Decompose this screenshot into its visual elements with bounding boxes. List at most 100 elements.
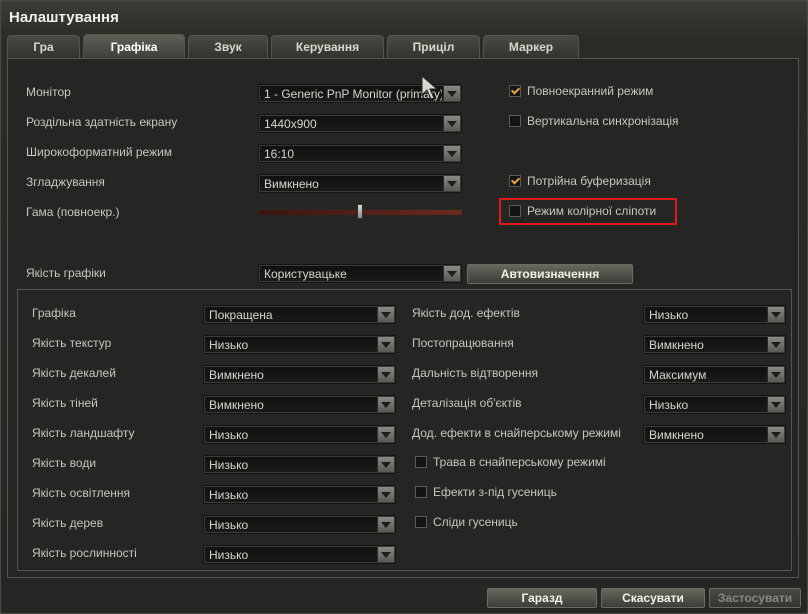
triple-buffering-check-icon xyxy=(509,175,521,187)
adv-left-select[interactable]: Низько xyxy=(203,515,396,534)
adv-right-label: Дальність відтворення xyxy=(412,366,538,380)
adv-check-icon xyxy=(415,456,427,468)
adv-left-select[interactable]: Вимкнено xyxy=(203,395,396,414)
quality-value: Користувацьке xyxy=(264,267,347,281)
adv-left-value: Вимкнено xyxy=(209,398,264,412)
widescreen-label: Широкоформатний режим xyxy=(26,145,173,159)
adv-left-select[interactable]: Низько xyxy=(203,545,396,564)
quality-select[interactable]: Користувацьке xyxy=(258,264,462,283)
adv-left-value: Низько xyxy=(209,548,249,562)
adv-left-label: Якість дерев xyxy=(32,516,104,530)
settings-window: Налаштування Гра Графіка Звук Керування … xyxy=(0,0,808,614)
widescreen-value: 16:10 xyxy=(264,147,295,161)
resolution-label: Роздільна здатність екрану xyxy=(26,115,178,129)
adv-left-value: Вимкнено xyxy=(209,368,264,382)
adv-left-value: Низько xyxy=(209,518,249,532)
adv-left-value: Низько xyxy=(209,338,249,352)
adv-left-value: Низько xyxy=(209,488,249,502)
adv-left-select[interactable]: Низько xyxy=(203,455,396,474)
apply-button[interactable]: Застосувати xyxy=(709,588,801,608)
antialiasing-label: Згладжування xyxy=(26,175,105,189)
fullscreen-checkbox[interactable]: Повноекранний режим xyxy=(509,84,653,98)
adv-right-label: Дод. ефекти в снайперському режимі xyxy=(412,426,621,440)
triple-buffering-checkbox[interactable]: Потрійна буферизація xyxy=(509,174,651,188)
chevron-down-icon xyxy=(767,427,784,442)
adv-right-value: Максимум xyxy=(649,368,707,382)
tab-controls[interactable]: Керування xyxy=(271,35,384,58)
chevron-down-icon xyxy=(767,367,784,382)
adv-left-select[interactable]: Низько xyxy=(203,335,396,354)
chevron-down-icon xyxy=(767,337,784,352)
chevron-down-icon xyxy=(443,86,460,101)
chevron-down-icon xyxy=(443,266,460,281)
resolution-value: 1440x900 xyxy=(264,117,317,131)
chevron-down-icon xyxy=(377,517,394,532)
adv-right-select[interactable]: Вимкнено xyxy=(643,335,786,354)
gamma-slider[interactable] xyxy=(258,204,462,220)
adv-right-select[interactable]: Максимум xyxy=(643,365,786,384)
cancel-button[interactable]: Скасувати xyxy=(601,588,705,608)
adv-left-select[interactable]: Покращена xyxy=(203,305,396,324)
adv-right-select[interactable]: Низько xyxy=(643,395,786,414)
adv-checkbox[interactable]: Трава в снайперському режимі xyxy=(415,455,606,469)
tab-game[interactable]: Гра xyxy=(7,35,80,58)
gamma-slider-thumb[interactable] xyxy=(357,204,363,219)
vsync-label: Вертикальна синхронізація xyxy=(527,114,679,128)
adv-checkbox-label: Трава в снайперському режимі xyxy=(433,455,606,469)
chevron-down-icon xyxy=(767,397,784,412)
antialiasing-value: Вимкнено xyxy=(264,177,319,191)
antialiasing-select[interactable]: Вимкнено xyxy=(258,174,462,193)
adv-left-label: Якість декалей xyxy=(32,366,116,380)
chevron-down-icon xyxy=(377,427,394,442)
adv-right-value: Низько xyxy=(649,398,689,412)
tab-marker[interactable]: Маркер xyxy=(483,35,579,58)
adv-left-label: Графіка xyxy=(32,306,76,320)
tab-graphics[interactable]: Графіка xyxy=(83,34,185,59)
adv-left-label: Якість освітлення xyxy=(32,486,131,500)
resolution-select[interactable]: 1440x900 xyxy=(258,114,462,133)
chevron-down-icon xyxy=(443,146,460,161)
ok-button[interactable]: Гаразд xyxy=(487,588,597,608)
adv-left-value: Покращена xyxy=(209,308,273,322)
chevron-down-icon xyxy=(377,487,394,502)
quality-label: Якість графіки xyxy=(26,266,106,280)
adv-left-select[interactable]: Низько xyxy=(203,485,396,504)
adv-checkbox-label: Сліди гусениць xyxy=(433,515,518,529)
chevron-down-icon xyxy=(443,176,460,191)
adv-right-label: Якість дод. ефектів xyxy=(412,306,520,320)
vsync-check-icon xyxy=(509,115,521,127)
chevron-down-icon xyxy=(443,116,460,131)
adv-left-value: Низько xyxy=(209,428,249,442)
highlight-box xyxy=(499,198,677,225)
widescreen-select[interactable]: 16:10 xyxy=(258,144,462,163)
adv-left-label: Якість тіней xyxy=(32,396,98,410)
chevron-down-icon xyxy=(767,307,784,322)
monitor-label: Монітор xyxy=(26,85,71,99)
chevron-down-icon xyxy=(377,397,394,412)
vsync-checkbox[interactable]: Вертикальна синхронізація xyxy=(509,114,679,128)
adv-checkbox-label: Ефекти з-під гусениць xyxy=(433,485,557,499)
adv-checkbox[interactable]: Ефекти з-під гусениць xyxy=(415,485,557,499)
adv-check-icon xyxy=(415,486,427,498)
auto-detect-button[interactable]: Автовизначення xyxy=(467,264,633,284)
window-title: Налаштування xyxy=(9,9,119,26)
adv-checkbox[interactable]: Сліди гусениць xyxy=(415,515,518,529)
tab-sight[interactable]: Приціл xyxy=(387,35,480,58)
mouse-cursor-icon xyxy=(421,75,439,100)
adv-left-label: Якість текстур xyxy=(32,336,112,350)
gamma-label: Гама (повноекр.) xyxy=(26,205,120,219)
adv-right-select[interactable]: Низько xyxy=(643,305,786,324)
chevron-down-icon xyxy=(377,367,394,382)
adv-right-select[interactable]: Вимкнено xyxy=(643,425,786,444)
adv-right-value: Низько xyxy=(649,308,689,322)
tab-sound[interactable]: Звук xyxy=(188,35,268,58)
chevron-down-icon xyxy=(377,307,394,322)
chevron-down-icon xyxy=(377,337,394,352)
adv-left-select[interactable]: Низько xyxy=(203,425,396,444)
adv-left-select[interactable]: Вимкнено xyxy=(203,365,396,384)
adv-left-value: Низько xyxy=(209,458,249,472)
adv-left-label: Якість води xyxy=(32,456,97,470)
adv-right-label: Постопрацювання xyxy=(412,336,514,350)
adv-left-label: Якість ландшафту xyxy=(32,426,135,440)
chevron-down-icon xyxy=(377,457,394,472)
